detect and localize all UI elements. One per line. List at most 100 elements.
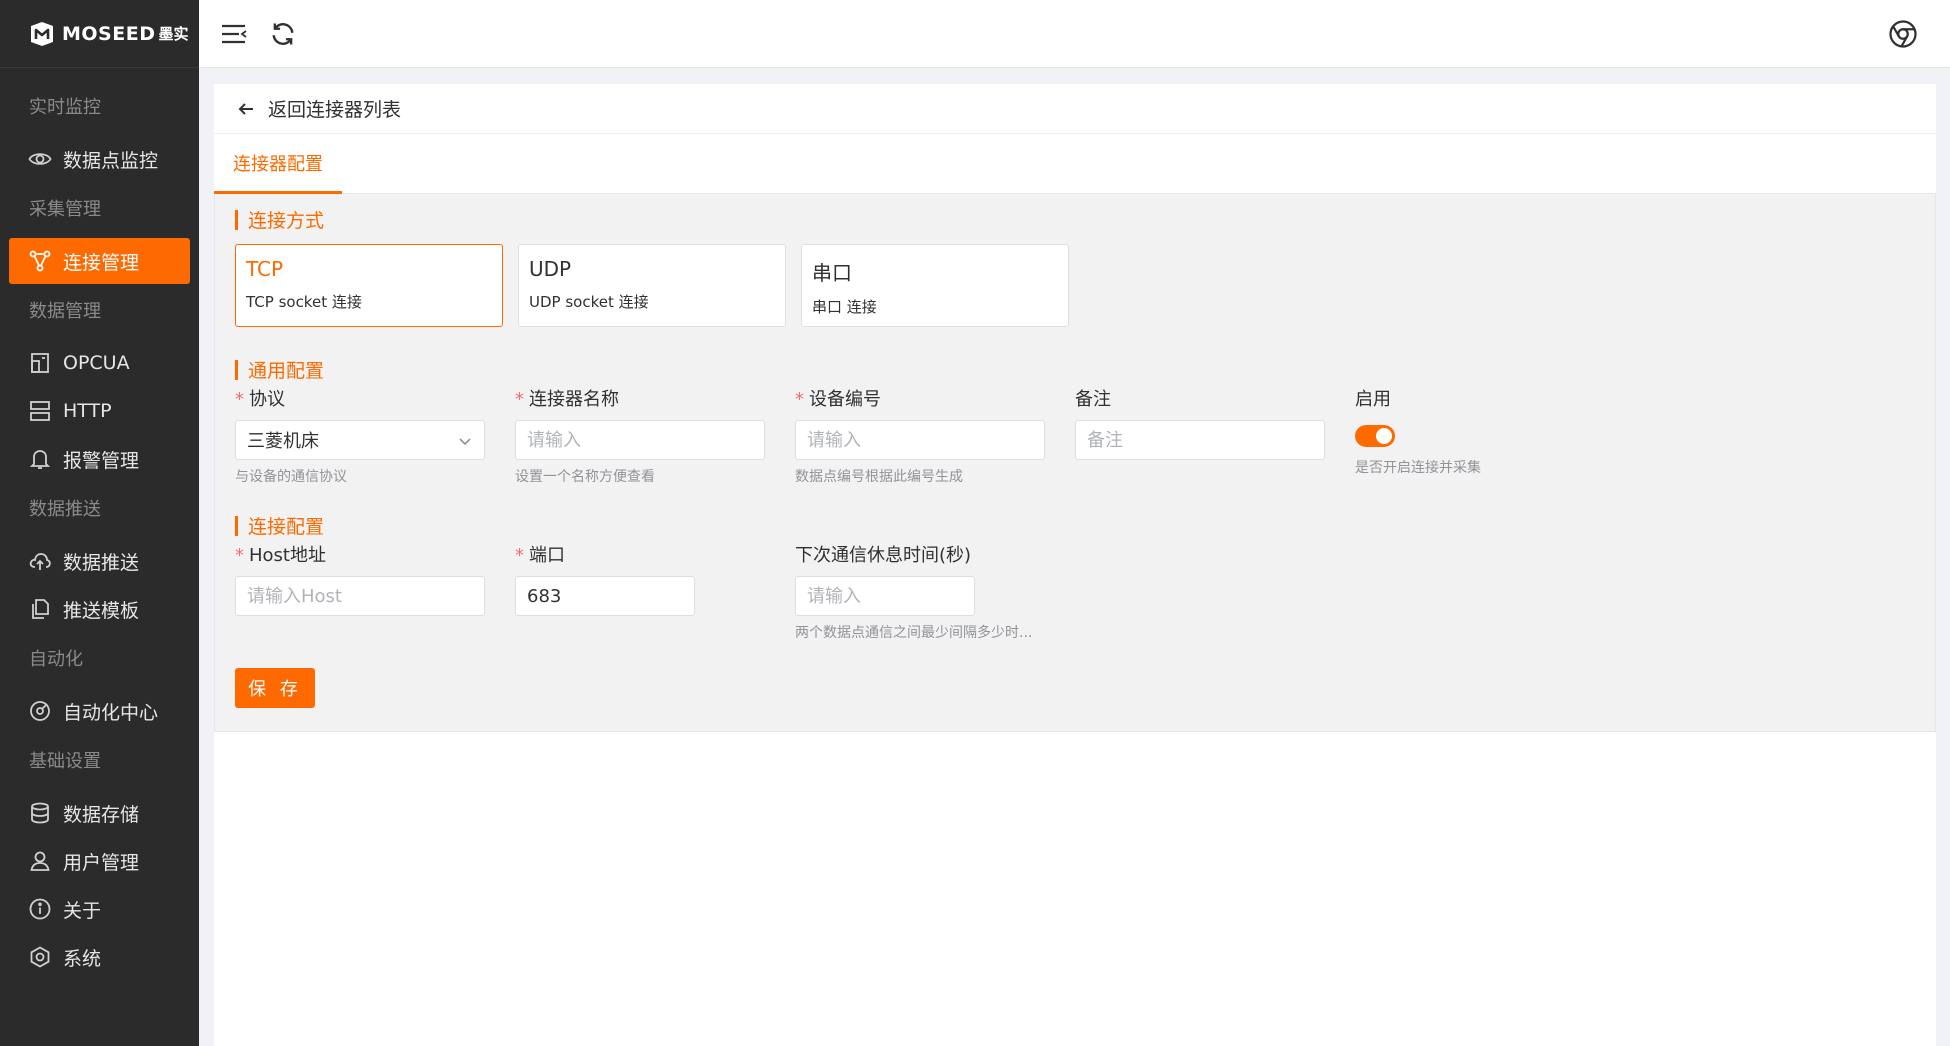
cloud-upload-icon: [29, 553, 51, 570]
automation-icon: [30, 701, 50, 721]
config-form: 连接方式 TCP TCP socket 连接 UDP UDP socket 连接…: [214, 194, 1936, 732]
nav-group-realtime: 实时监控: [29, 97, 101, 118]
sidebar-item-label: HTTP: [63, 400, 112, 422]
refresh-button[interactable]: [267, 18, 299, 50]
sidebar-item-connection-management[interactable]: 连接管理: [9, 238, 190, 284]
nav-group-automation: 自动化: [29, 649, 83, 670]
save-button[interactable]: 保 存: [235, 668, 315, 708]
sidebar-item-label: 数据推送: [63, 551, 140, 574]
sidebar-item-system[interactable]: 系统: [9, 934, 190, 980]
tab-connector-config[interactable]: 连接器配置: [214, 134, 342, 194]
enable-switch[interactable]: [1355, 425, 1395, 447]
interval-label: 下次通信休息时间(秒): [795, 545, 972, 566]
port-input[interactable]: [527, 585, 683, 607]
sidebar-item-data-push[interactable]: 数据推送: [9, 538, 190, 584]
sidebar-item-label: 数据存储: [63, 803, 140, 826]
field-protocol: * 协议 三菱机床 与设备的通信协议: [235, 388, 485, 486]
brand-sub: 墨实: [158, 25, 189, 43]
back-label: 返回连接器列表: [268, 99, 402, 121]
field-connector-name: *连接器名称 设置一个名称方便查看: [515, 388, 765, 486]
sidebar-item-data-storage[interactable]: 数据存储: [9, 790, 190, 836]
option-tcp-card[interactable]: TCP TCP socket 连接: [235, 244, 503, 327]
user-icon: [30, 851, 50, 871]
connector-name-help: 设置一个名称方便查看: [515, 469, 655, 485]
sidebar-item-automation-center[interactable]: 自动化中心: [9, 688, 190, 734]
protocol-value: 三菱机床: [247, 431, 319, 452]
database-icon: [31, 802, 49, 824]
bell-icon: [29, 450, 51, 469]
option-title: 串口: [812, 261, 852, 285]
arrow-left-icon: [238, 102, 253, 115]
connector-name-input[interactable]: [527, 429, 753, 451]
enable-label: 启用: [1355, 389, 1391, 410]
nav-group-data: 数据管理: [29, 301, 101, 322]
device-number-input[interactable]: [807, 429, 1033, 451]
opcua-icon: [31, 353, 49, 373]
option-desc: TCP socket 连接: [246, 293, 362, 311]
sidebar: MOSEED 墨实 实时监控 数据点监控 采集管理 连接管理 数据管理 OPCU…: [0, 0, 199, 1046]
field-remark: 备注: [1075, 388, 1325, 460]
option-title: TCP: [246, 257, 284, 281]
field-port: * 端口: [515, 544, 695, 616]
eye-icon: [28, 153, 52, 165]
info-icon: [29, 898, 51, 920]
remark-label: 备注: [1075, 389, 1111, 410]
interval-input[interactable]: [807, 585, 963, 607]
brand-name: MOSEED: [62, 22, 156, 45]
sidebar-item-label: 连接管理: [63, 251, 140, 274]
back-to-list-link[interactable]: 返回连接器列表: [214, 84, 1936, 134]
sidebar-item-about[interactable]: 关于: [9, 886, 190, 932]
option-udp-card[interactable]: UDP UDP socket 连接: [518, 244, 786, 327]
chevron-down-icon: [459, 438, 471, 446]
field-host: * Host地址: [235, 544, 485, 616]
top-bar: [199, 0, 1950, 68]
sidebar-item-label: OPCUA: [63, 352, 130, 374]
sidebar-item-datapoint-monitor[interactable]: 数据点监控: [9, 136, 190, 182]
protocol-label: 协议: [249, 389, 285, 410]
sidebar-item-label: 关于: [63, 899, 102, 922]
option-serial-card[interactable]: 串口 串口 连接: [801, 244, 1069, 327]
settings-icon: [30, 946, 50, 968]
nav-group-collection: 采集管理: [29, 199, 101, 220]
section-general-config: 通用配置: [235, 356, 324, 383]
host-label: Host地址: [249, 545, 326, 566]
connector-name-label: 连接器名称: [529, 389, 619, 410]
field-enable: 启用 是否开启连接并采集: [1355, 388, 1605, 477]
tabs: 连接器配置: [214, 134, 1936, 194]
sidebar-item-alarm[interactable]: 报警管理: [9, 436, 190, 482]
remark-input[interactable]: [1087, 429, 1313, 451]
sidebar-item-label: 推送模板: [63, 599, 140, 622]
browser-button[interactable]: [1887, 18, 1919, 50]
protocol-help: 与设备的通信协议: [235, 469, 347, 485]
refresh-icon: [272, 23, 294, 45]
field-interval: 下次通信休息时间(秒) 两个数据点通信之间最少间隔多少时...: [795, 544, 1033, 642]
sidebar-item-label: 自动化中心: [63, 701, 159, 724]
nav-group-push: 数据推送: [29, 499, 101, 520]
logo[interactable]: MOSEED 墨实: [0, 0, 199, 68]
sidebar-item-opcua[interactable]: OPCUA: [9, 340, 190, 386]
option-desc: UDP socket 连接: [529, 293, 649, 311]
sidebar-item-http[interactable]: HTTP: [9, 388, 190, 434]
menu-fold-button[interactable]: [218, 18, 250, 50]
field-device-number: *设备编号 数据点编号根据此编号生成: [795, 388, 1045, 486]
protocol-select[interactable]: 三菱机床: [235, 420, 485, 460]
interval-help: 两个数据点通信之间最少间隔多少时...: [795, 625, 1033, 641]
device-number-label: 设备编号: [809, 389, 881, 410]
menu-fold-icon: [222, 24, 247, 44]
device-number-help: 数据点编号根据此编号生成: [795, 469, 963, 485]
connection-icon: [29, 250, 51, 272]
sidebar-nav: 实时监控 数据点监控 采集管理 连接管理 数据管理 OPCUA HTTP 报警管…: [0, 68, 199, 980]
logo-icon: [31, 21, 53, 46]
enable-help: 是否开启连接并采集: [1355, 460, 1481, 476]
section-connection-config: 连接配置: [235, 512, 324, 539]
sidebar-item-user-management[interactable]: 用户管理: [9, 838, 190, 884]
section-connection-method: 连接方式: [235, 206, 324, 233]
server-icon: [30, 401, 50, 421]
host-input[interactable]: [247, 585, 473, 607]
main-panel: 返回连接器列表 连接器配置 连接方式 TCP TCP socket 连接 UDP…: [214, 84, 1936, 1046]
nav-group-basic-settings: 基础设置: [29, 751, 101, 772]
sidebar-item-label: 数据点监控: [63, 149, 159, 172]
sidebar-item-label: 报警管理: [63, 449, 140, 472]
sidebar-item-push-template[interactable]: 推送模板: [9, 586, 190, 632]
port-label: 端口: [529, 545, 565, 566]
